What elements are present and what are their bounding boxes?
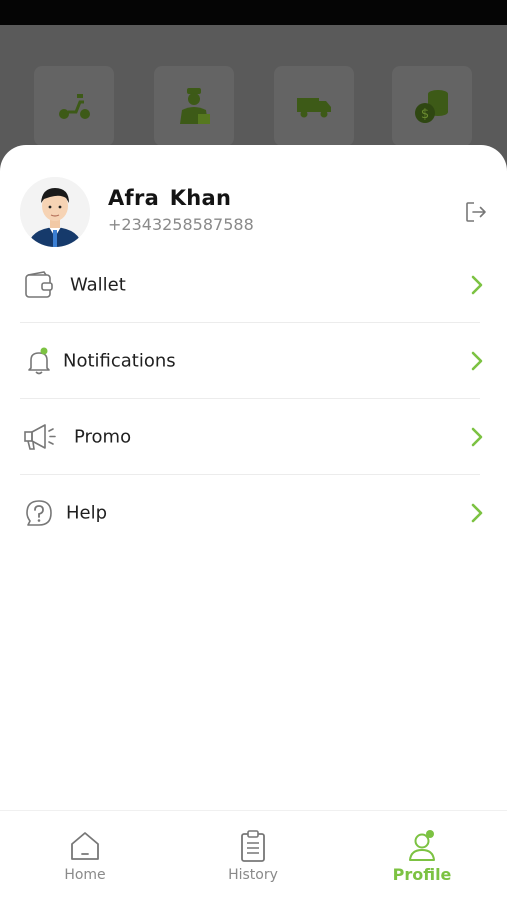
logout-icon <box>466 202 486 222</box>
user-phone: +2343258587588 <box>108 215 254 234</box>
service-tile-truck[interactable] <box>274 66 354 146</box>
chevron-right-icon <box>471 351 483 371</box>
avatar-image <box>20 177 90 247</box>
user-icon <box>409 830 435 861</box>
nav-history-label: History <box>228 867 278 883</box>
home-icon <box>71 832 99 860</box>
logout-button[interactable] <box>462 198 490 226</box>
coins-icon: $ <box>415 90 448 123</box>
user-name: Afra Khan <box>108 186 232 210</box>
avatar[interactable] <box>20 177 90 247</box>
bottom-nav: Home History Profile <box>0 810 507 900</box>
nav-profile[interactable]: Profile <box>362 829 482 895</box>
bell-icon <box>22 344 56 378</box>
courier-icon <box>180 88 210 124</box>
status-bar <box>0 0 507 25</box>
service-tile-scooter[interactable] <box>34 66 114 146</box>
menu-label-help: Help <box>66 502 108 524</box>
service-tile-coins[interactable]: $ <box>392 66 472 146</box>
nav-history[interactable]: History <box>193 829 313 895</box>
scooter-icon <box>59 94 90 119</box>
menu-item-wallet[interactable]: Wallet <box>20 247 487 323</box>
nav-profile-label: Profile <box>392 865 452 884</box>
menu-label-notifications: Notifications <box>63 350 176 372</box>
chevron-right-icon <box>471 275 483 295</box>
menu-item-notifications[interactable]: Notifications <box>20 323 487 399</box>
nav-home[interactable]: Home <box>25 829 145 895</box>
truck-icon <box>297 98 331 118</box>
chevron-right-icon <box>471 503 483 523</box>
wallet-icon <box>22 268 56 302</box>
nav-home-label: Home <box>64 867 106 883</box>
menu-label-wallet: Wallet <box>70 274 126 296</box>
menu-label-promo: Promo <box>74 426 132 448</box>
chevron-right-icon <box>471 427 483 447</box>
megaphone-icon <box>22 420 60 454</box>
service-tile-courier[interactable] <box>154 66 234 146</box>
clipboard-icon <box>241 830 265 862</box>
svg-text:$: $ <box>421 107 429 122</box>
menu-item-help[interactable]: Help <box>20 475 487 551</box>
help-icon <box>22 496 56 530</box>
menu-item-promo[interactable]: Promo <box>20 399 487 475</box>
